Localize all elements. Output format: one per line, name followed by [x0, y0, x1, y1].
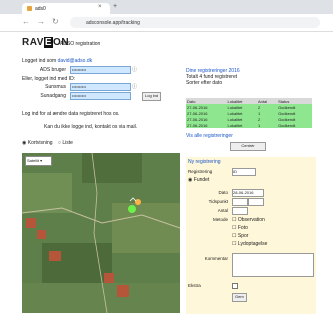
method-option[interactable]: ☐ Observation: [232, 217, 265, 223]
pass-input[interactable]: ••••••••••: [70, 83, 131, 91]
table-cell: 27-06-2016: [186, 122, 227, 128]
back-icon[interactable]: ←: [22, 17, 30, 26]
time-label: Tidspunkt: [208, 199, 228, 204]
tab-title: ads0: [35, 6, 46, 12]
pass2-input[interactable]: ••••••••••: [70, 92, 131, 100]
count-label: Antal: [217, 208, 228, 213]
method-option[interactable]: ☐ Foto: [232, 225, 248, 231]
login-note-2: Kan du ikke logge ind, kontakt os via ma…: [44, 124, 138, 130]
login-note-1: Log ind for at ændre data registreret ho…: [22, 111, 120, 117]
method-option-label: Spor: [237, 233, 249, 239]
center-button[interactable]: Centrér: [230, 142, 266, 151]
map-type-select[interactable]: Satellit ▾: [25, 156, 52, 166]
forward-icon[interactable]: →: [37, 17, 45, 26]
reload-icon[interactable]: ↻: [52, 17, 59, 26]
count-input[interactable]: [232, 207, 248, 215]
login-button[interactable]: Log ind: [142, 92, 162, 101]
method-label: Metode: [212, 217, 228, 222]
registration-form: Ny registrering Registrering ID ◉ Fundet…: [186, 157, 316, 314]
radio-found[interactable]: ◉ Fundet: [188, 177, 209, 183]
user-label: ADS bruger: [39, 67, 66, 73]
alt-login-intro: Eller, logget ind med ID:: [22, 76, 76, 82]
map-imagery: [22, 153, 180, 313]
new-tab-button[interactable]: +: [113, 3, 117, 10]
satellite-map[interactable]: Satellit ▾: [22, 153, 180, 313]
user-input[interactable]: ••••••••••: [70, 66, 131, 74]
results-footer[interactable]: Vis alle registreringer: [186, 133, 233, 139]
info-icon: ⓘ: [132, 67, 138, 73]
favicon-icon: [27, 6, 32, 11]
comment-label: Kommentar: [204, 256, 228, 261]
results-line-2: Sorter efter dato: [186, 80, 223, 86]
comment-textarea[interactable]: [232, 253, 314, 277]
method-option-label: Foto: [237, 225, 248, 231]
tab-close-icon[interactable]: ×: [98, 4, 102, 10]
pass2-label: Sunadgang: [40, 93, 66, 99]
info-icon: ⓘ: [132, 84, 138, 90]
date-label: Dato: [218, 190, 228, 195]
radio-list[interactable]: ○ Liste: [58, 140, 73, 146]
login-intro: Logget ind som david@adso.dk: [22, 58, 93, 64]
form-heading: Ny registrering: [188, 159, 221, 165]
browser-toolbar: ← → ↻ adsconsole.app/tracking: [0, 14, 333, 32]
extra-checkbox[interactable]: [232, 283, 238, 289]
table-cell: Lokalitet: [226, 122, 257, 128]
address-bar[interactable]: adsconsole.app/tracking: [70, 17, 320, 28]
submit-button[interactable]: Gem: [232, 293, 247, 302]
method-option-label: Lydoptagelse: [237, 241, 268, 247]
table-row[interactable]: 27-06-2016 Lokalitet 1 Godkendt: [186, 122, 312, 128]
field1-label: Registrering: [188, 169, 213, 174]
url-text: adsconsole.app/tracking: [86, 20, 140, 26]
user-email-link[interactable]: david@adso.dk: [58, 58, 93, 64]
method-option[interactable]: ☐ Spor: [232, 233, 248, 239]
table-cell: 1: [257, 122, 278, 128]
radio-map[interactable]: ◉ Kortvisning: [22, 140, 53, 146]
view-toggle: ◉ Kortvisning ○ Liste: [22, 140, 73, 146]
results-table: Dato Lokalitet Antal Status 27-06-2016 Lokal…: [186, 98, 312, 128]
table-cell: Godkendt: [277, 122, 312, 128]
method-option[interactable]: ☐ Lydoptagelse: [232, 241, 267, 247]
minute-input[interactable]: [248, 198, 264, 206]
method-option-label: Observation: [237, 217, 265, 223]
date-input[interactable]: 28-06-2016: [232, 189, 264, 197]
app-subtitle: ADSO registration: [60, 41, 101, 47]
browser-tabbar: ads0 × +: [0, 0, 333, 14]
extra-label: Ekstra: [188, 283, 201, 288]
browser-tab[interactable]: ads0 ×: [22, 3, 110, 14]
page-content: RAVEON ADSO registration Logget ind som …: [0, 32, 333, 314]
field1-input[interactable]: ID: [232, 168, 256, 176]
pass-label: Sunsmus: [45, 84, 66, 90]
hour-input[interactable]: [232, 198, 248, 206]
